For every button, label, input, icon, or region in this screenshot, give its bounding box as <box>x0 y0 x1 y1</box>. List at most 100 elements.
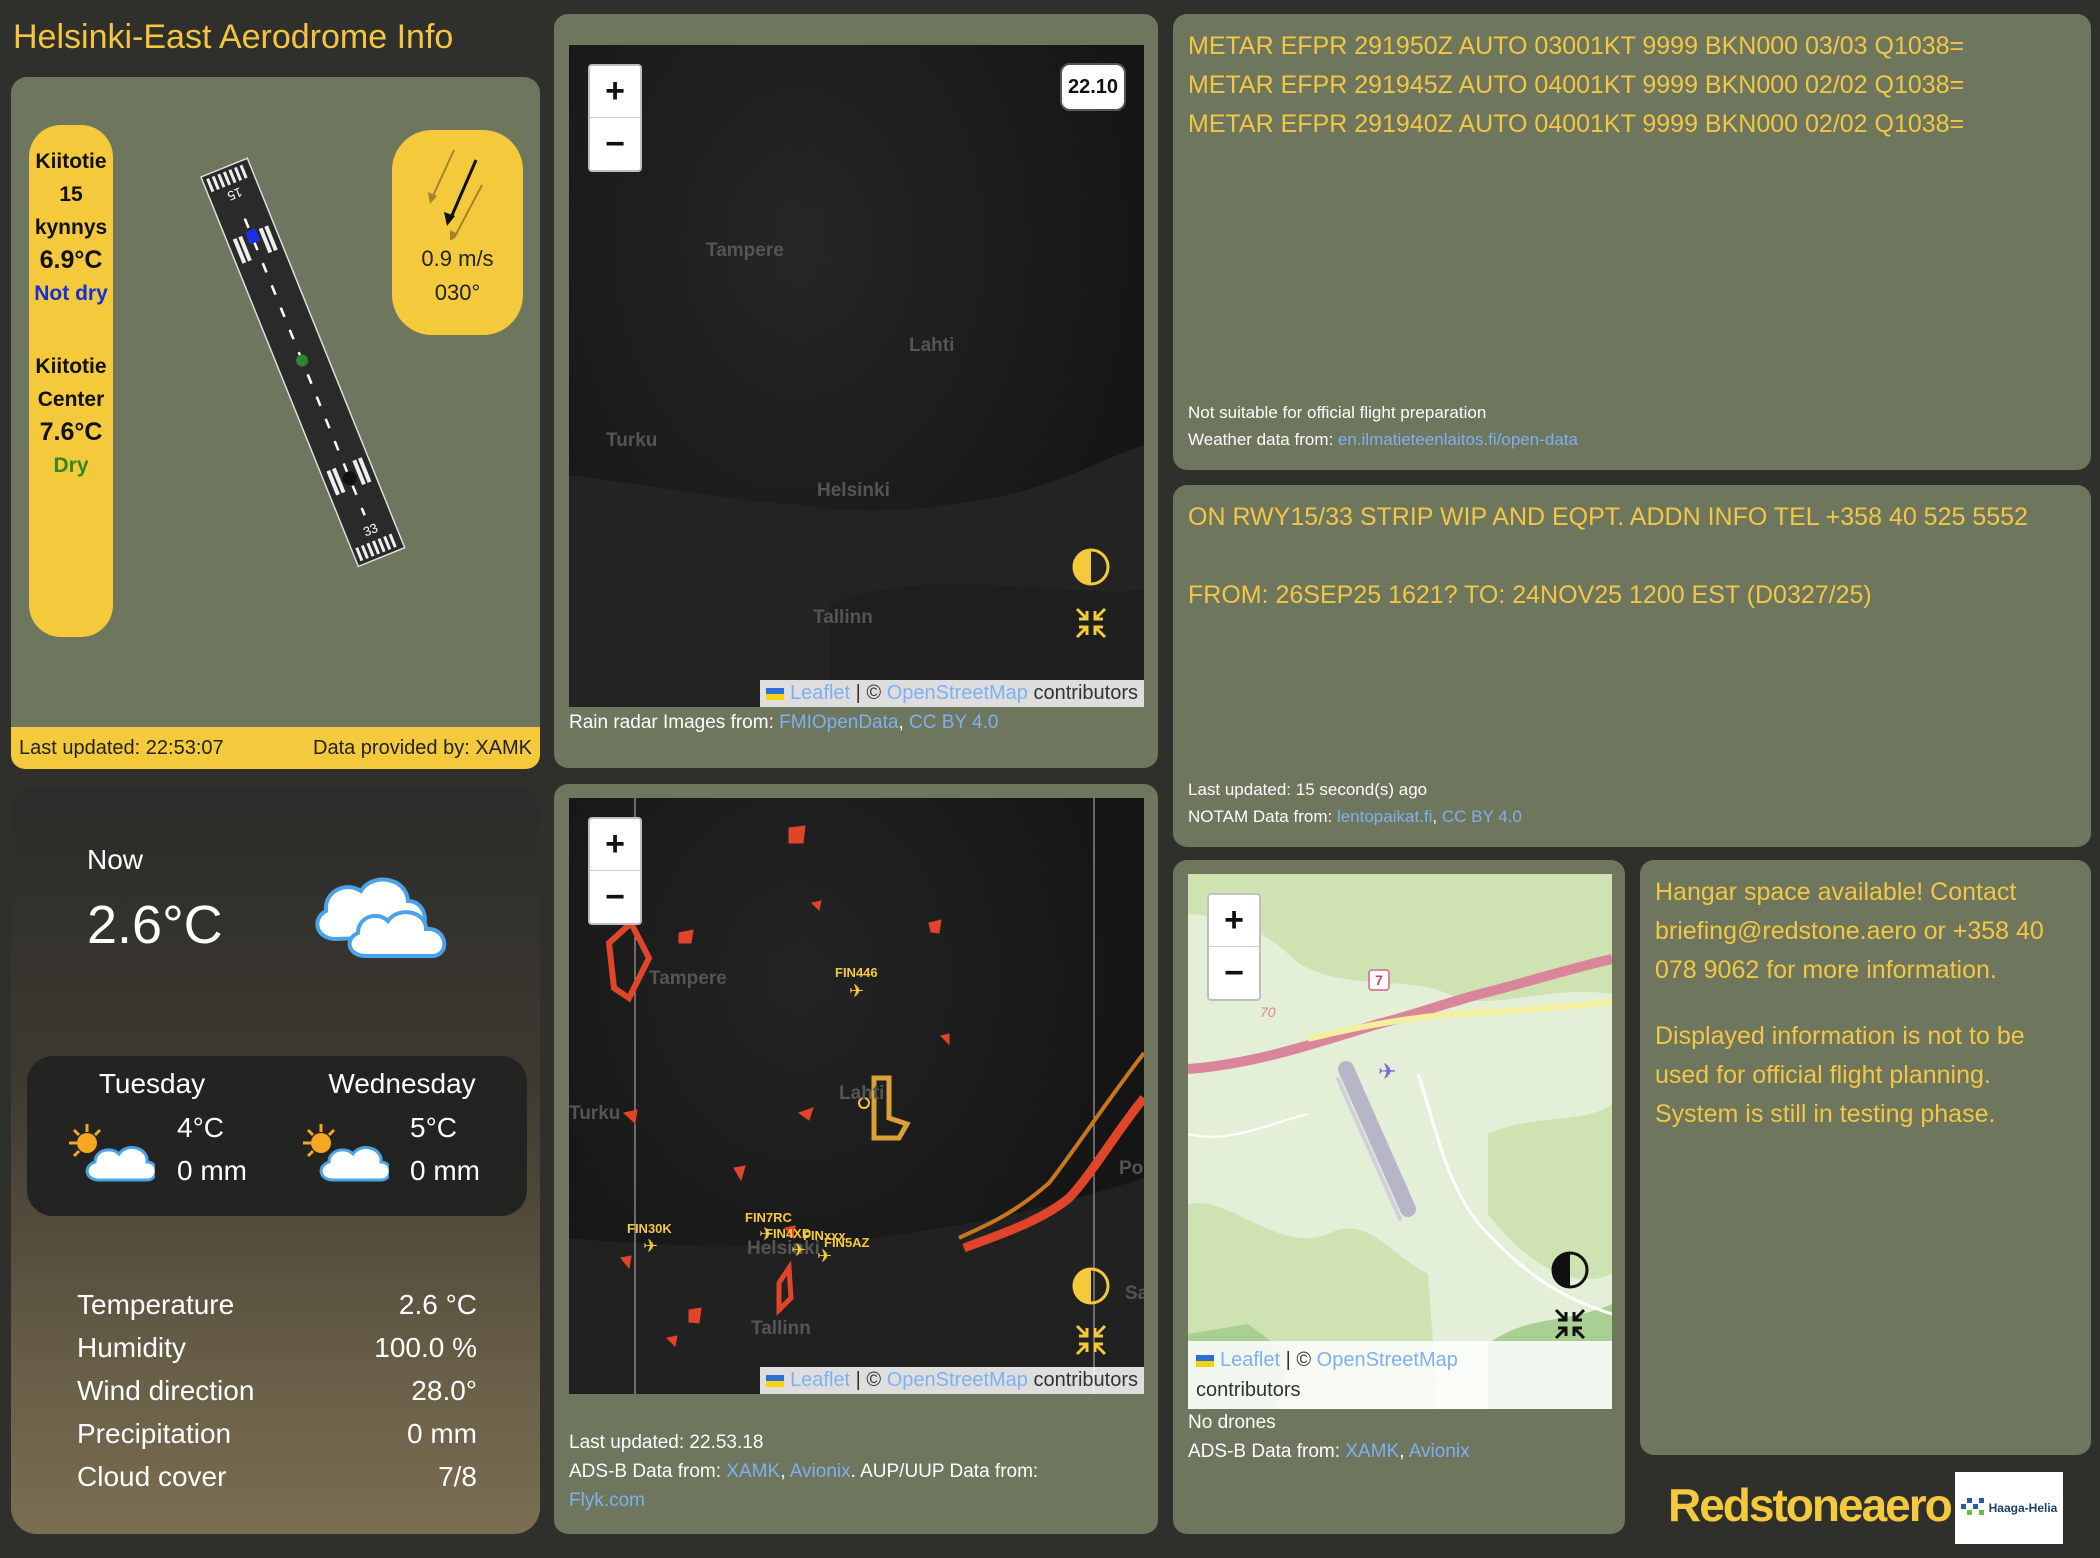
center-name-line1: Kiitotie <box>35 355 107 378</box>
adsb-zoom-in-button[interactable]: + <box>590 819 640 871</box>
contrast-toggle-icon[interactable] <box>1071 547 1111 587</box>
aircraft-icon[interactable]: ✈ <box>849 981 864 1002</box>
city-label: Turku <box>606 430 658 451</box>
now-label: Now <box>87 844 144 875</box>
flight-label[interactable]: FIN30K <box>627 1221 672 1236</box>
adsb-source: ADS-B Data from: XAMK, Avionix. AUP/UUP … <box>569 1457 1129 1486</box>
cc-by-link[interactable]: CC BY 4.0 <box>909 712 998 733</box>
forecast-precipitation: 0 mm <box>177 1155 247 1186</box>
aircraft-icon[interactable]: ✈ <box>791 1240 806 1261</box>
weather-row: Cloud cover 7/8 <box>77 1455 477 1498</box>
attribution-separator: | © <box>1280 1349 1317 1371</box>
osm-link[interactable]: OpenStreetMap <box>1317 1349 1458 1371</box>
city-label: Tallinn <box>751 1318 811 1339</box>
metar-line: METAR EFPR 291945Z AUTO 04001KT 9999 BKN… <box>1188 71 1965 99</box>
ukraine-flag-icon <box>766 1374 785 1387</box>
metar-source-prefix: Weather data from: <box>1188 430 1338 449</box>
runway-footer: Last updated: 22:53:07 Data provided by:… <box>11 727 540 769</box>
city-label: Tallinn <box>813 607 873 628</box>
local-map[interactable]: 7 70 ✈ + − Leaflet | © OpenStreetMap cont… <box>1188 874 1612 1409</box>
local-map-panel: 7 70 ✈ + − Leaflet | © OpenStreetMap cont… <box>1173 860 1625 1534</box>
ukraine-flag-icon <box>766 687 785 700</box>
adsb-map[interactable]: + − Tampere Lahti Helsinki Tallinn Turku… <box>569 798 1144 1394</box>
aircraft-icon[interactable]: ✈ <box>759 1224 774 1245</box>
center-name-line2: Center <box>37 388 105 411</box>
radar-map-attribution: Leaflet | © OpenStreetMap contributors <box>760 680 1144 707</box>
threshold-name-line3: kynnys <box>34 216 108 239</box>
weather-row-value: 7/8 <box>438 1461 477 1492</box>
notam-last-updated: Last updated: 15 second(s) ago <box>1188 780 1428 799</box>
hangar-notice: Hangar space available! Contact briefing… <box>1655 878 2044 984</box>
weather-row-value: 2.6 °C <box>398 1289 477 1320</box>
runway-data-provider: Data provided by: XAMK <box>313 736 532 759</box>
partly-cloudy-icon <box>303 1124 389 1182</box>
city-label: Porvoo <box>1119 1158 1144 1179</box>
leaflet-link[interactable]: Leaflet <box>790 682 850 704</box>
forecast-temperature: 4°C <box>177 1112 224 1143</box>
xamk-link[interactable]: XAMK <box>726 1461 780 1482</box>
radar-zoom-control: + − <box>588 64 642 172</box>
center-surface-state: Dry <box>53 454 89 477</box>
radar-zoom-out-button[interactable]: − <box>590 118 640 170</box>
notam-validity: FROM: 26SEP25 1621? TO: 24NOV25 1200 EST… <box>1188 581 1872 609</box>
flyk-link[interactable]: Flyk.com <box>569 1490 645 1511</box>
adsb-zoom-out-button[interactable]: − <box>590 871 640 923</box>
adsb-source-prefix: ADS-B Data from: <box>569 1461 727 1482</box>
radar-map[interactable]: + − 22.10 Tampere Lahti Turku Helsinki T… <box>569 45 1144 707</box>
haaga-helia-logo-text: Haaga-Helia <box>1988 1501 2058 1515</box>
local-footer: No drones ADS-B Data from: XAMK, Avionix <box>1188 1408 1470 1466</box>
leaflet-link[interactable]: Leaflet <box>790 1369 850 1391</box>
xamk-link[interactable]: XAMK <box>1345 1441 1399 1462</box>
notam-source-prefix: NOTAM Data from: <box>1188 807 1337 826</box>
contrast-toggle-icon[interactable] <box>1071 1266 1111 1306</box>
adsb-source-separator: , <box>780 1461 790 1482</box>
local-zoom-out-button[interactable]: − <box>1209 947 1259 999</box>
notam-text: ON RWY15/33 STRIP WIP AND EQPT. ADDN INF… <box>1188 503 2028 531</box>
osm-link[interactable]: OpenStreetMap <box>887 1369 1028 1391</box>
flight-label[interactable]: FIN446 <box>835 965 878 980</box>
center-temperature: 7.6°C <box>39 418 103 446</box>
radar-map-panel: + − 22.10 Tampere Lahti Turku Helsinki T… <box>554 14 1158 768</box>
aircraft-icon[interactable]: ✈ <box>817 1246 832 1267</box>
osm-link[interactable]: OpenStreetMap <box>887 682 1028 704</box>
fmi-open-data-link[interactable]: en.ilmatieteenlaitos.fi/open-data <box>1338 430 1578 449</box>
wind-direction: 030° <box>434 280 481 305</box>
local-zoom-in-button[interactable]: + <box>1209 895 1259 947</box>
aircraft-icon[interactable]: ✈ <box>643 1236 658 1257</box>
avionix-link[interactable]: Avionix <box>790 1461 851 1482</box>
ukraine-flag-icon <box>1196 1354 1214 1367</box>
haaga-helia-emblem-icon <box>1960 1498 1984 1515</box>
weather-panel: Now 2.6°C Tuesday 4°C 0 mm Wednesday 5°C… <box>11 786 540 1534</box>
wind-speed: 0.9 m/s <box>421 246 494 271</box>
cloudy-icon <box>315 877 447 958</box>
city-label: Sa <box>1125 1283 1144 1304</box>
flight-label[interactable]: FINxxx <box>803 1228 846 1243</box>
notam-source: NOTAM Data from: lentopaikat.fi, CC BY 4… <box>1188 803 1522 830</box>
local-zoom-control: + − <box>1207 893 1261 1001</box>
metar-panel: METAR EFPR 291950Z AUTO 03001KT 9999 BKN… <box>1173 14 2091 470</box>
attribution-separator: | © <box>850 1369 887 1391</box>
adsb-last-updated: Last updated: 22.53.18 <box>569 1432 764 1453</box>
avionix-link[interactable]: Avionix <box>1409 1441 1470 1462</box>
metar-source: Weather data from: en.ilmatieteenlaitos.… <box>1188 426 1578 453</box>
lentopaikat-link[interactable]: lentopaikat.fi <box>1337 807 1432 826</box>
radar-zoom-in-button[interactable]: + <box>590 66 640 118</box>
contrast-toggle-icon[interactable] <box>1550 1250 1590 1290</box>
weather-row: Humidity 100.0 % <box>77 1326 477 1369</box>
threshold-name-line1: Kiitotie <box>35 150 107 173</box>
fullscreen-exit-icon[interactable] <box>1552 1306 1588 1342</box>
metar-footer: Not suitable for official flight prepara… <box>1188 399 1578 453</box>
metar-disclaimer: Not suitable for official flight prepara… <box>1188 403 1487 422</box>
fmi-open-data-link[interactable]: FMIOpenData <box>779 712 898 733</box>
flight-label[interactable]: FIN7RC <box>745 1210 792 1225</box>
forecast-temperature: 5°C <box>410 1112 457 1143</box>
aircraft-icon[interactable]: ✈ <box>1378 1059 1396 1085</box>
radar-time-badge[interactable]: 22.10 <box>1060 63 1126 111</box>
fullscreen-exit-icon[interactable] <box>1073 1322 1109 1358</box>
cc-by-link[interactable]: CC BY 4.0 <box>1442 807 1522 826</box>
fullscreen-exit-icon[interactable] <box>1073 605 1109 641</box>
city-label: Tampere <box>706 240 784 261</box>
attribution-separator: | © <box>850 682 887 704</box>
leaflet-link[interactable]: Leaflet <box>1220 1349 1280 1371</box>
attribution-suffix: contributors <box>1027 682 1138 704</box>
